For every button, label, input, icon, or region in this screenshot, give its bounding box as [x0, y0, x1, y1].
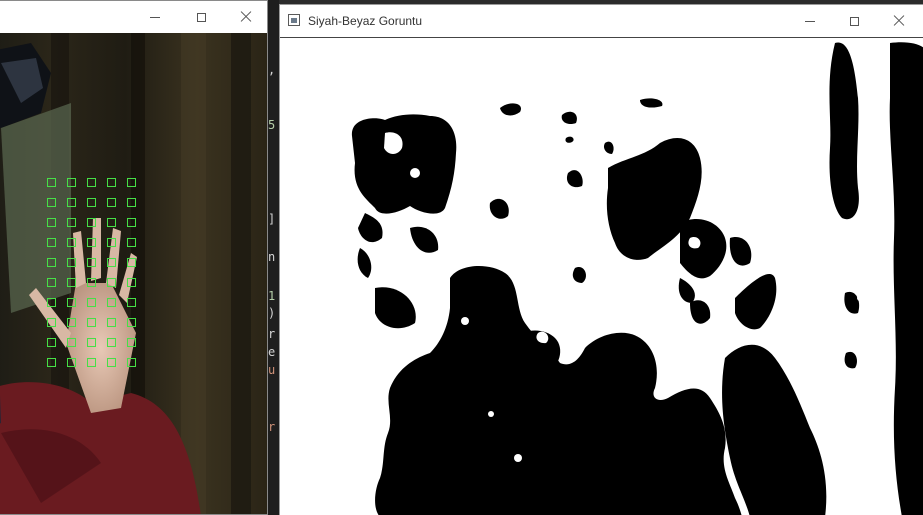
tracking-grid-square — [87, 338, 96, 347]
camera-window[interactable] — [0, 0, 268, 515]
close-button[interactable] — [223, 1, 269, 33]
tracking-grid-square — [127, 318, 136, 327]
bw-window-titlebar[interactable]: Siyah-Beyaz Goruntu — [280, 5, 923, 37]
tracking-grid-square — [107, 358, 116, 367]
tracking-grid-square — [47, 198, 56, 207]
maximize-icon — [849, 16, 859, 26]
app-icon — [288, 14, 300, 26]
tracking-grid-square — [107, 278, 116, 287]
code-fragment: r — [268, 420, 276, 434]
code-fragment: 5 — [268, 118, 276, 132]
tracking-grid-square — [127, 358, 136, 367]
code-fragment: e — [268, 345, 276, 359]
tracking-grid-square — [47, 238, 56, 247]
tracking-grid-square — [107, 318, 116, 327]
minimize-button[interactable] — [787, 5, 833, 37]
maximize-icon — [196, 12, 206, 22]
tracking-grid-square — [67, 218, 76, 227]
tracking-grid-square — [107, 238, 116, 247]
tracking-grid-square — [127, 258, 136, 267]
tracking-grid-square — [127, 178, 136, 187]
close-icon — [893, 15, 905, 27]
code-fragment: n — [268, 250, 276, 264]
tracking-grid-square — [107, 218, 116, 227]
tracking-grid-square — [87, 278, 96, 287]
binary-image-view — [280, 37, 923, 515]
tracking-grid-square — [47, 178, 56, 187]
tracking-grid-square — [47, 258, 56, 267]
tracking-grid-square — [47, 278, 56, 287]
tracking-grid-square — [127, 218, 136, 227]
tracking-grid-square — [87, 238, 96, 247]
bw-window-title: Siyah-Beyaz Goruntu — [308, 14, 423, 28]
tracking-grid-square — [107, 178, 116, 187]
tracking-grid-square — [127, 238, 136, 247]
camera-frame-image — [0, 33, 267, 514]
tracking-grid-square — [67, 178, 76, 187]
tracking-grid-square — [67, 318, 76, 327]
code-fragment: ) — [268, 306, 276, 320]
tracking-grid-square — [127, 278, 136, 287]
tracking-grid-square — [67, 298, 76, 307]
tracking-grid-square — [87, 298, 96, 307]
tracking-grid-square — [107, 198, 116, 207]
bw-window[interactable]: Siyah-Beyaz Goruntu — [279, 4, 923, 515]
tracking-grid-square — [107, 298, 116, 307]
tracking-grid-square — [107, 338, 116, 347]
tracking-grid-square — [87, 218, 96, 227]
camera-window-titlebar[interactable] — [0, 1, 267, 33]
tracking-grid-square — [87, 178, 96, 187]
minimize-icon — [805, 20, 815, 22]
code-fragment: , — [268, 63, 276, 77]
maximize-button[interactable] — [831, 5, 877, 37]
close-icon — [240, 11, 252, 23]
tracking-grid-square — [127, 198, 136, 207]
tracking-grid-square — [87, 198, 96, 207]
tracking-grid-square — [67, 338, 76, 347]
tracking-grid-square — [47, 358, 56, 367]
minimize-icon — [150, 16, 160, 18]
tracking-grid-square — [67, 258, 76, 267]
code-fragment: r — [268, 327, 276, 341]
close-button[interactable] — [876, 5, 922, 37]
tracking-grid-square — [87, 358, 96, 367]
binary-threshold-image — [280, 38, 923, 515]
tracking-grid-square — [127, 338, 136, 347]
minimize-button[interactable] — [132, 1, 178, 33]
tracking-grid-square — [87, 258, 96, 267]
tracking-grid-square — [127, 298, 136, 307]
tracking-grid-square — [47, 338, 56, 347]
tracking-grid-square — [47, 298, 56, 307]
tracking-grid-square — [67, 198, 76, 207]
code-editor-strip: , 5 ] n 1 ) r e u r — [267, 0, 279, 515]
code-fragment: ] — [268, 212, 276, 226]
tracking-grid-square — [107, 258, 116, 267]
tracking-grid-square — [67, 238, 76, 247]
tracking-grid-square — [67, 358, 76, 367]
tracking-grid-square — [47, 318, 56, 327]
tracking-grid-square — [87, 318, 96, 327]
code-fragment: 1 — [268, 289, 276, 303]
code-fragment: u — [268, 363, 276, 377]
tracking-grid-square — [47, 218, 56, 227]
camera-feed — [0, 33, 267, 514]
maximize-button[interactable] — [178, 1, 224, 33]
tracking-grid-square — [67, 278, 76, 287]
